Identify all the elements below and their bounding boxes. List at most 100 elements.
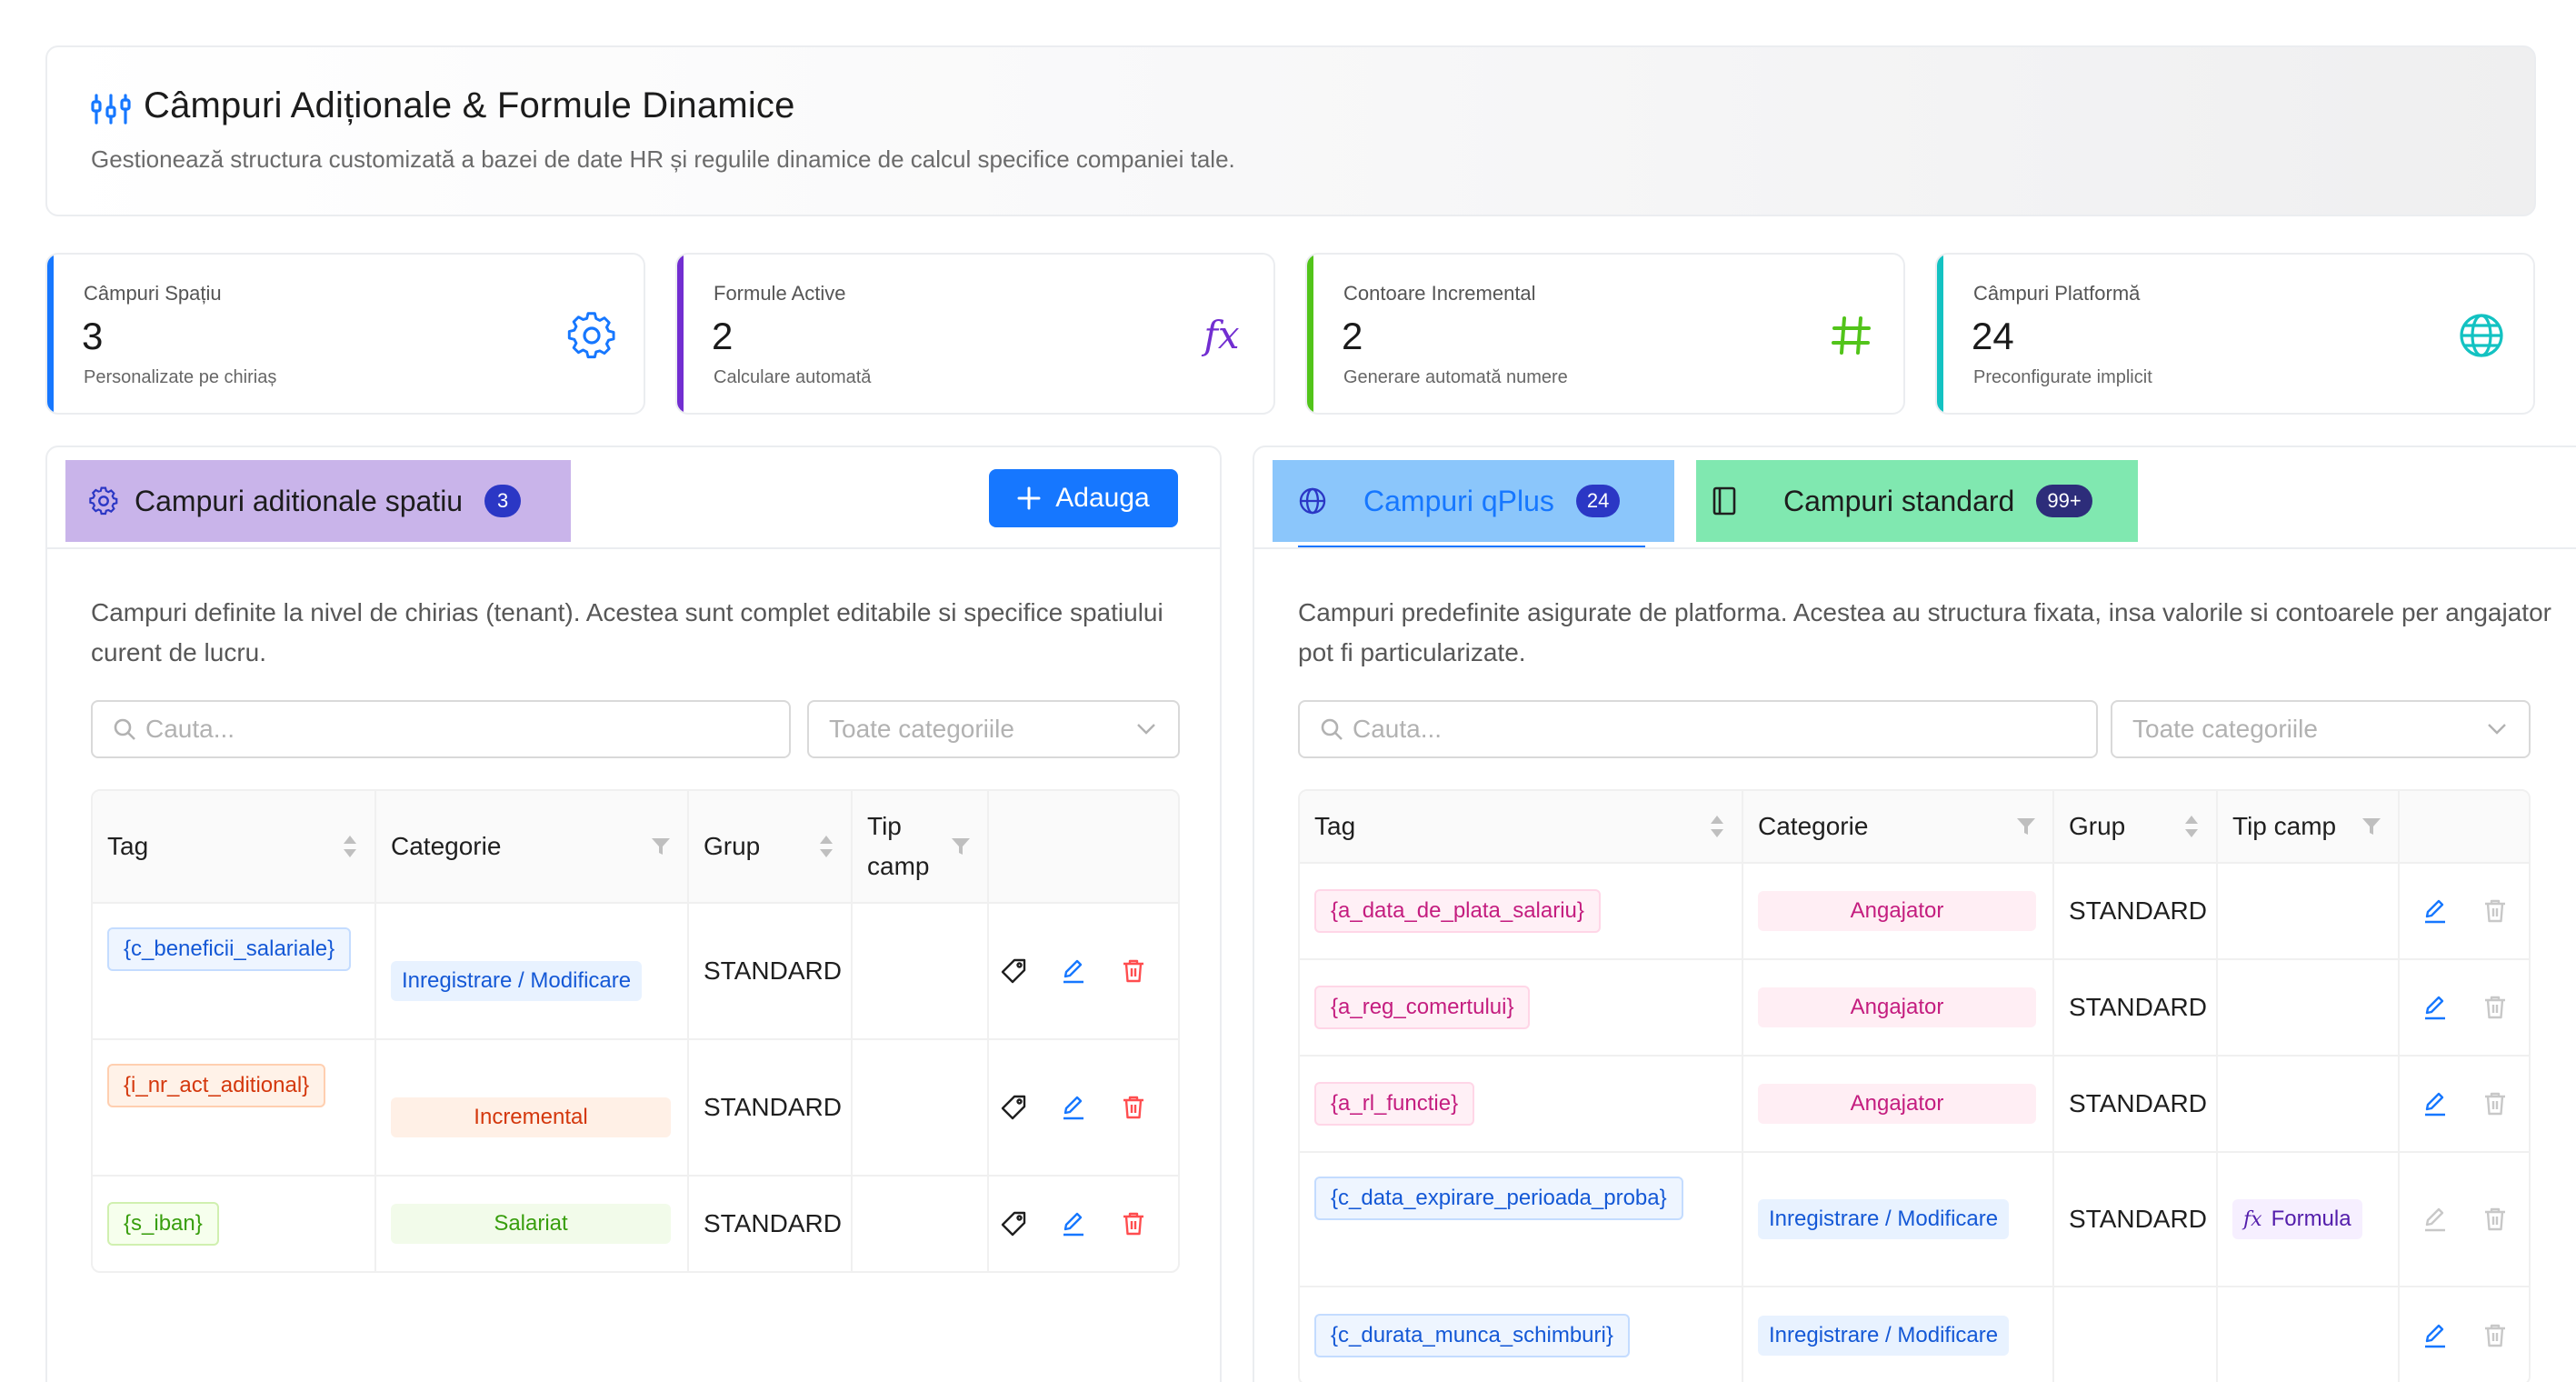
stat-description: Personalizate pe chiriaș <box>84 367 277 387</box>
field-tag: {s_iban} <box>107 1202 219 1246</box>
tab-standard[interactable]: Campuri standard 99+ <box>1696 460 2138 542</box>
delete-icon[interactable] <box>2481 1322 2509 1349</box>
sort-icon[interactable] <box>818 833 834 860</box>
stat-label: Câmpuri Platformă <box>1973 282 2141 305</box>
filter-icon[interactable] <box>951 837 971 856</box>
book-icon <box>1712 486 1736 516</box>
tab-label: Campuri qPlus <box>1363 484 1554 517</box>
sliders-icon <box>91 94 131 125</box>
formula-badge: fx Formula <box>2232 1199 2362 1239</box>
column-label: Tip camp <box>867 812 930 880</box>
edit-icon[interactable] <box>2421 1322 2449 1349</box>
field-tag: {c_durata_munca_schimburi} <box>1314 1314 1630 1357</box>
tag-cell: {i_nr_act_aditional} <box>93 1040 376 1175</box>
category-cell: Inregistrare / Modificare <box>1743 1287 2054 1382</box>
table-row: {s_iban} Salariat STANDARD <box>93 1177 1178 1271</box>
column-tip-camp[interactable]: Tip camp <box>853 791 989 902</box>
count-badge: 99+ <box>2036 485 2092 517</box>
category-cell: Inregistrare / Modificare <box>1743 1153 2054 1286</box>
category-select[interactable]: Toate categoriile <box>807 700 1180 758</box>
divider <box>1254 547 2576 549</box>
tag-cell: {a_data_de_plata_salariu} <box>1300 864 1743 958</box>
edit-icon[interactable] <box>2421 1206 2449 1233</box>
actions-cell <box>989 1040 1178 1175</box>
edit-icon[interactable] <box>1060 1210 1087 1237</box>
search-placeholder: Cauta... <box>145 715 235 743</box>
stat-accent-bar <box>677 255 684 413</box>
column-categorie[interactable]: Categorie <box>376 791 689 902</box>
group-cell: STANDARD <box>2054 1153 2218 1286</box>
filter-icon[interactable] <box>651 837 671 856</box>
hash-icon <box>1832 316 1871 355</box>
delete-icon[interactable] <box>2481 994 2509 1021</box>
stat-description: Generare automată numere <box>1343 367 1568 387</box>
column-label: Categorie <box>391 832 502 860</box>
category-badge: Inregistrare / Modificare <box>391 961 643 1001</box>
table-header: Tag Categorie Grup Tip camp <box>93 791 1178 904</box>
column-categorie[interactable]: Categorie <box>1743 791 2054 862</box>
stat-accent-bar <box>1307 255 1313 413</box>
table-row: {i_nr_act_aditional} Incremental STANDAR… <box>93 1040 1178 1177</box>
category-cell: Angajator <box>1743 864 2054 958</box>
field-tag: {c_beneficii_salariale} <box>107 927 352 971</box>
column-tag[interactable]: Tag <box>1300 791 1743 862</box>
edit-icon[interactable] <box>2421 994 2449 1021</box>
column-grup[interactable]: Grup <box>689 791 853 902</box>
field-tag: {a_reg_comertului} <box>1314 986 1531 1029</box>
panel-description: Campuri predefinite asigurate de platfor… <box>1298 598 2551 666</box>
tag-icon[interactable] <box>1000 1210 1027 1237</box>
globe-icon <box>1299 487 1326 515</box>
delete-icon[interactable] <box>2481 1090 2509 1117</box>
sort-icon[interactable] <box>342 833 358 860</box>
table-row: {c_data_expirare_perioada_proba} Inregis… <box>1300 1153 2529 1287</box>
column-tip-camp[interactable]: Tip camp <box>2218 791 2400 862</box>
column-tag[interactable]: Tag <box>93 791 376 902</box>
add-button-label: Adauga <box>1055 483 1150 513</box>
delete-icon[interactable] <box>2481 1206 2509 1233</box>
category-badge: Inregistrare / Modificare <box>1758 1199 2010 1239</box>
function-icon: fx <box>1203 313 1240 357</box>
group-cell: STANDARD <box>2054 1057 2218 1151</box>
function-icon: fx <box>2243 1207 2262 1231</box>
custom-fields-table: Tag Categorie Grup Tip camp {c_beneficii_… <box>91 789 1180 1273</box>
table-row: {a_data_de_plata_salariu} Angajator STAN… <box>1300 864 2529 960</box>
search-input[interactable]: Cauta... <box>1298 700 2098 758</box>
tab-qplus[interactable]: Campuri qPlus 24 <box>1273 460 1674 542</box>
category-badge: Angajator <box>1758 891 2036 931</box>
edit-icon[interactable] <box>1060 957 1087 985</box>
category-select[interactable]: Toate categoriile <box>2111 700 2531 758</box>
filter-icon[interactable] <box>2016 817 2036 836</box>
sort-icon[interactable] <box>1709 813 1725 840</box>
column-label: Tag <box>1314 812 1356 840</box>
tag-cell: {c_beneficii_salariale} <box>93 904 376 1038</box>
tab-custom-fields[interactable]: Campuri aditionale spatiu 3 <box>65 460 571 542</box>
stat-label: Câmpuri Spațiu <box>84 282 222 305</box>
filter-icon[interactable] <box>2361 817 2381 836</box>
column-grup[interactable]: Grup <box>2054 791 2218 862</box>
count-badge: 24 <box>1575 485 1621 517</box>
group-cell <box>2054 1287 2218 1382</box>
delete-icon[interactable] <box>1120 957 1147 985</box>
table-row: {c_durata_munca_schimburi} Inregistrare … <box>1300 1287 2529 1382</box>
group-cell: STANDARD <box>689 1040 853 1175</box>
column-actions <box>2400 791 2529 862</box>
edit-icon[interactable] <box>1060 1094 1087 1121</box>
delete-icon[interactable] <box>2481 897 2509 925</box>
tag-icon[interactable] <box>1000 1094 1027 1121</box>
edit-icon[interactable] <box>2421 1090 2449 1117</box>
type-cell <box>2218 1057 2400 1151</box>
delete-icon[interactable] <box>1120 1094 1147 1121</box>
tag-icon[interactable] <box>1000 957 1027 985</box>
search-icon <box>1321 718 1343 740</box>
actions-cell <box>989 904 1178 1038</box>
edit-icon[interactable] <box>2421 897 2449 925</box>
category-badge: Salariat <box>391 1204 671 1244</box>
search-input[interactable]: Cauta... <box>91 700 791 758</box>
tag-cell: {s_iban} <box>93 1177 376 1271</box>
plus-icon <box>1017 486 1041 510</box>
add-button[interactable]: Adauga <box>989 469 1178 527</box>
stat-accent-bar <box>47 255 54 413</box>
sort-icon[interactable] <box>2183 813 2200 840</box>
stat-label: Formule Active <box>714 282 846 305</box>
delete-icon[interactable] <box>1120 1210 1147 1237</box>
